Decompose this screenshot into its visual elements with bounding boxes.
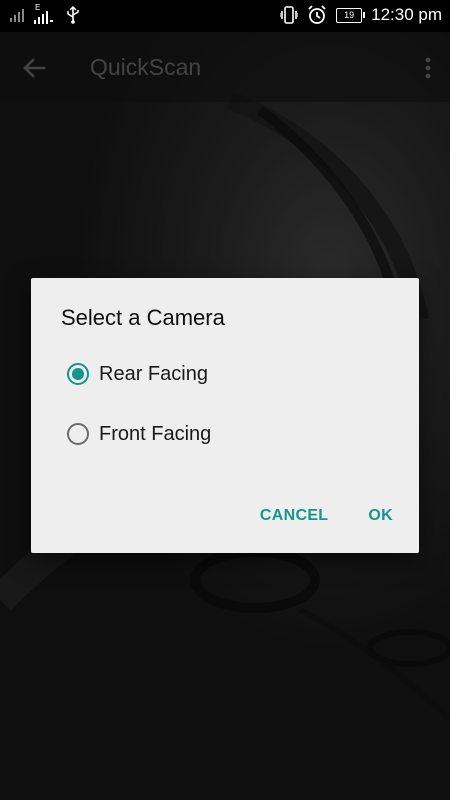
vibrate-icon — [280, 6, 299, 24]
cancel-button[interactable]: CANCEL — [252, 501, 336, 531]
mobile-data-icon: E — [34, 3, 60, 24]
alarm-icon — [308, 5, 326, 24]
option-label: Rear Facing — [99, 362, 208, 385]
ok-button[interactable]: OK — [360, 501, 401, 531]
option-rear-facing[interactable]: Rear Facing — [67, 354, 208, 394]
radio-selected-icon[interactable] — [67, 363, 89, 385]
status-bar: E 19 12:30 pm — [0, 0, 450, 32]
status-right-icons: 19 12:30 pm — [280, 5, 442, 25]
select-camera-dialog: Select a Camera Rear Facing Front Facing… — [31, 278, 419, 553]
battery-icon: 19 — [336, 7, 366, 23]
status-time: 12:30 pm — [371, 5, 442, 24]
signal-icon — [10, 9, 24, 22]
option-front-facing[interactable]: Front Facing — [67, 414, 211, 454]
status-left-icons: E — [10, 3, 80, 24]
signal-strong-icon — [34, 11, 53, 24]
dialog-title: Select a Camera — [61, 305, 225, 330]
usb-icon — [67, 6, 79, 24]
battery-level: 19 — [344, 9, 355, 20]
radio-unselected-icon[interactable] — [67, 423, 89, 445]
option-label: Front Facing — [99, 422, 212, 445]
dialog-actions: CANCEL OK — [252, 501, 401, 531]
